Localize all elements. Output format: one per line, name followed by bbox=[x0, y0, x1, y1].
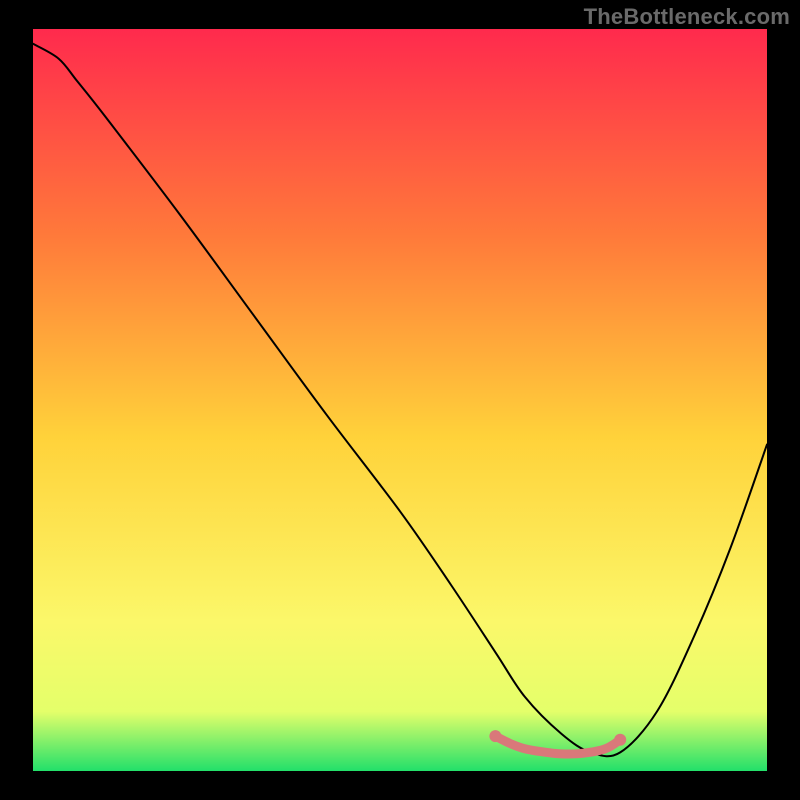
frame-left bbox=[0, 0, 33, 800]
bottleneck-chart bbox=[0, 0, 800, 800]
frame-bottom bbox=[0, 771, 800, 800]
segment-end-left bbox=[489, 730, 501, 742]
segment-end-right bbox=[614, 734, 626, 746]
chart-stage: TheBottleneck.com bbox=[0, 0, 800, 800]
plot-background bbox=[33, 29, 767, 771]
watermark-text: TheBottleneck.com bbox=[584, 4, 790, 30]
frame-right bbox=[767, 0, 800, 800]
